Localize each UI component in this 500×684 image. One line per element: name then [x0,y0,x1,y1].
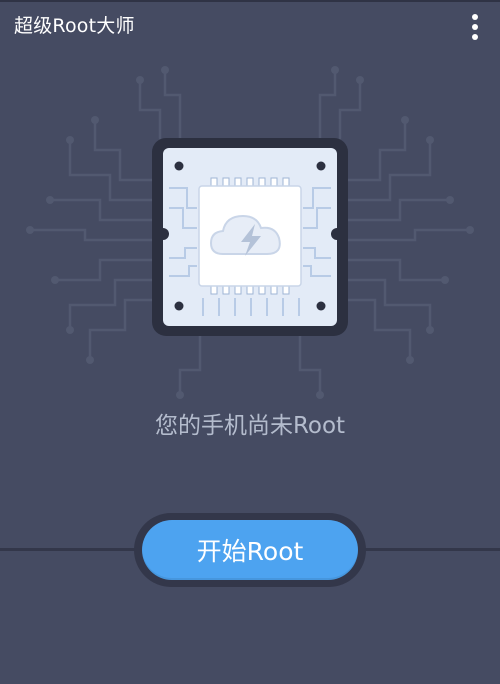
app-bar: 超级Root大师 [0,2,500,48]
more-vert-icon[interactable] [458,8,492,46]
divider-left [0,548,140,551]
root-master-screen: 超级Root大师 您的手机尚未Root 开始Root [0,0,500,684]
start-root-button[interactable]: 开始Root [142,520,358,580]
root-status-text: 您的手机尚未Root [154,413,346,439]
menu-dot [472,34,478,40]
menu-dot [472,24,478,30]
menu-dot [472,14,478,20]
app-title: 超级Root大师 [14,15,135,37]
divider-right [360,548,500,551]
cloud-lightning-icon [211,216,281,256]
